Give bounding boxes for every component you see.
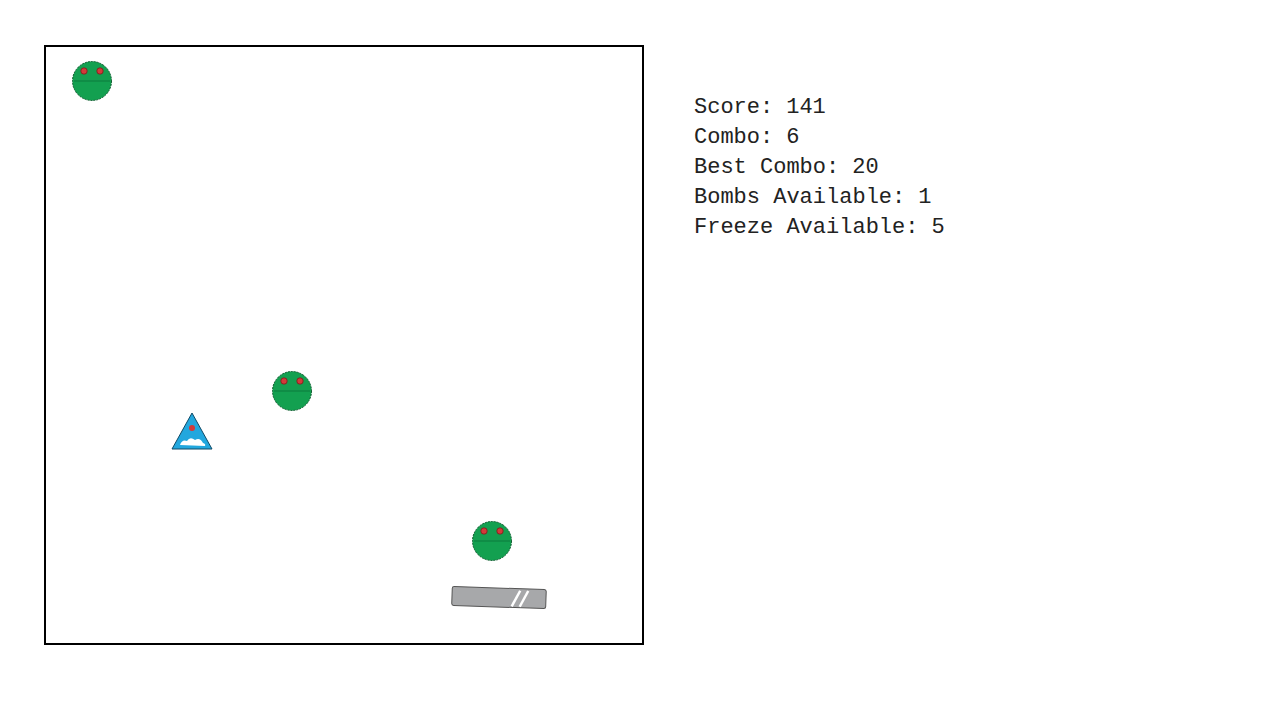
stat-value: 6 — [786, 123, 799, 153]
game-screen: Score: 141 Combo: 6Best Combo: 20Bombs Avail… — [0, 0, 1271, 713]
stat-line: Freeze Available: 5 — [694, 213, 945, 243]
freeze-powerup-icon — [170, 411, 214, 451]
stat-label: Score: — [694, 93, 773, 123]
stat-value: 141 — [786, 93, 826, 123]
stat-line: Best Combo: 20 — [694, 153, 945, 183]
stat-value: 5 — [931, 213, 944, 243]
stat-label: Bombs Available: — [694, 183, 905, 213]
stat-label: Combo: — [694, 123, 773, 153]
game-board[interactable] — [44, 45, 644, 645]
enemy-blob-icon — [471, 520, 513, 562]
stat-label: Freeze Available: — [694, 213, 918, 243]
stat-line: Score: 141 — [694, 93, 945, 123]
paddle-icon[interactable] — [450, 584, 548, 611]
stats-panel: Score: 141 Combo: 6Best Combo: 20Bombs Avail… — [694, 93, 945, 243]
stat-value: 1 — [918, 183, 931, 213]
stat-label: Best Combo: — [694, 153, 839, 183]
enemy-blob-icon — [271, 370, 313, 412]
stat-value: 20 — [852, 153, 878, 183]
stat-line: Combo: 6 — [694, 123, 945, 153]
enemy-blob-icon — [71, 60, 113, 102]
stat-line: Bombs Available: 1 — [694, 183, 945, 213]
